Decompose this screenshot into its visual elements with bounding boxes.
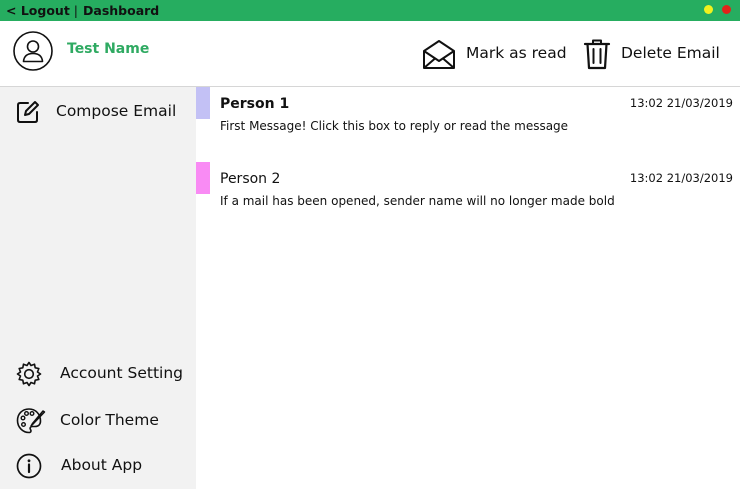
compose-email-label: Compose Email bbox=[56, 102, 177, 120]
email-timestamp: 13:02 21/03/2019 bbox=[629, 171, 733, 185]
account-setting-button[interactable]: Account Setting bbox=[0, 357, 196, 391]
email-preview: First Message! Click this box to reply o… bbox=[220, 119, 569, 133]
dashboard-link[interactable]: Dashboard bbox=[83, 3, 159, 18]
mark-as-read-label: Mark as read bbox=[466, 44, 567, 62]
email-timestamp: 13:02 21/03/2019 bbox=[629, 96, 733, 110]
palette-icon bbox=[16, 408, 46, 434]
close-window-button[interactable] bbox=[722, 5, 731, 14]
about-app-label: About App bbox=[61, 456, 143, 474]
gear-icon bbox=[16, 361, 42, 387]
email-color-tag bbox=[196, 87, 210, 119]
email-color-tag bbox=[196, 162, 210, 194]
logout-link[interactable]: < Logout bbox=[6, 3, 70, 18]
compose-icon bbox=[17, 101, 39, 123]
email-list-item[interactable]: Person 2 13:02 21/03/2019 If a mail has … bbox=[196, 162, 740, 222]
color-theme-label: Color Theme bbox=[60, 411, 159, 429]
email-preview: If a mail has been opened, sender name w… bbox=[220, 194, 615, 208]
top-bar: < Logout | Dashboard bbox=[0, 0, 740, 21]
color-theme-button[interactable]: Color Theme bbox=[0, 404, 196, 438]
mark-as-read-button[interactable]: Mark as read bbox=[422, 38, 572, 70]
user-avatar-icon[interactable] bbox=[13, 31, 53, 71]
trash-icon bbox=[583, 39, 611, 70]
delete-email-label: Delete Email bbox=[621, 44, 720, 62]
minimize-window-button[interactable] bbox=[704, 5, 713, 14]
info-icon bbox=[16, 453, 42, 479]
open-envelope-icon bbox=[423, 40, 455, 69]
header: Test Name Mark as read Delete Email bbox=[0, 21, 740, 87]
breadcrumb: < Logout | Dashboard bbox=[6, 3, 159, 18]
account-setting-label: Account Setting bbox=[60, 364, 184, 382]
email-list-item[interactable]: Person 1 13:02 21/03/2019 First Message!… bbox=[196, 87, 740, 147]
email-sender: Person 2 bbox=[220, 171, 281, 187]
compose-email-button[interactable]: Compose Email bbox=[0, 95, 196, 129]
breadcrumb-separator: | bbox=[73, 3, 79, 18]
delete-email-button[interactable]: Delete Email bbox=[583, 38, 723, 70]
email-sender: Person 1 bbox=[220, 96, 290, 112]
user-name: Test Name bbox=[67, 41, 150, 57]
sidebar: Compose Email Account Setting Color Them… bbox=[0, 87, 196, 489]
about-app-button[interactable]: About App bbox=[0, 449, 196, 483]
